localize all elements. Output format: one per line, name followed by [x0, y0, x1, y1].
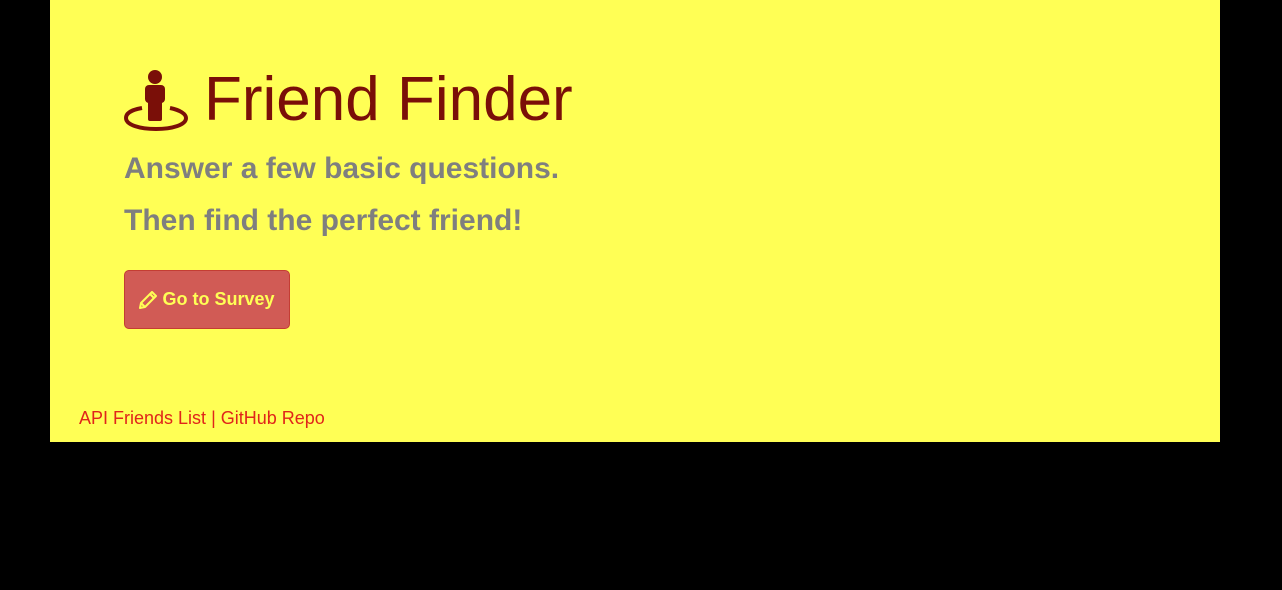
go-to-survey-button[interactable]: Go to Survey — [124, 270, 290, 329]
street-view-icon — [124, 68, 188, 132]
page-title: Friend Finder — [204, 65, 573, 134]
jumbotron: Friend Finder Answer a few basic questio… — [124, 62, 573, 329]
subtitle-line-1: Answer a few basic questions. — [124, 152, 560, 185]
api-friends-list-link[interactable]: API Friends List — [79, 408, 206, 428]
pencil-icon — [139, 290, 158, 309]
github-repo-link[interactable]: GitHub Repo — [221, 408, 325, 428]
title-row: Friend Finder — [124, 62, 573, 138]
footer-separator: | — [211, 408, 216, 428]
go-to-survey-label: Go to Survey — [162, 289, 275, 309]
subtitle-line-2: Then find the perfect friend! — [124, 204, 523, 237]
footer: API Friends List | GitHub Repo — [79, 408, 325, 429]
page-container: Friend Finder Answer a few basic questio… — [50, 0, 1220, 442]
